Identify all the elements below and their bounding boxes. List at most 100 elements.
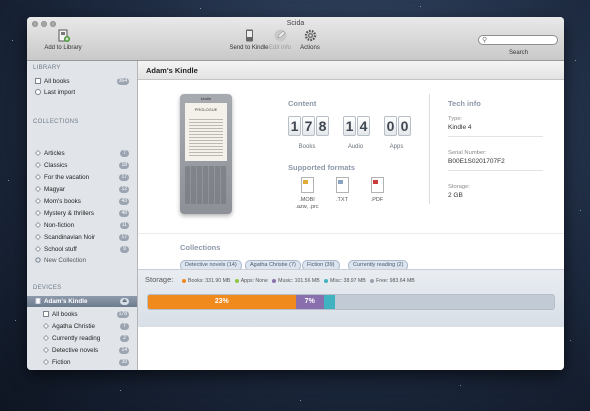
divider xyxy=(448,136,543,137)
sidebar: LIBRARY All books 364 Last import COLLEC… xyxy=(27,61,138,370)
storage-misc-segment xyxy=(323,295,335,309)
count-badge: 11 xyxy=(119,222,129,229)
clock-icon xyxy=(35,89,41,95)
sidebar-item-device-collection[interactable]: Fiction 39 xyxy=(27,357,137,368)
format-mobi: .MOBI .azw, .prc xyxy=(292,177,322,211)
storage-capacity-value: 2 GB xyxy=(448,192,463,199)
kindle-brand-text: kindle xyxy=(200,96,212,101)
format-name: .PDF xyxy=(370,197,384,203)
collection-icon xyxy=(43,347,49,353)
sidebar-item-label: Last import xyxy=(44,89,76,96)
mobi-file-icon xyxy=(300,177,314,193)
storage-usage-bar: 23% 7% xyxy=(147,294,555,310)
sidebar-item-label: Fiction xyxy=(52,359,71,366)
serial-number-label: Serial Number: xyxy=(448,150,487,156)
txt-file-icon xyxy=(335,177,349,193)
audio-digit: 1 xyxy=(343,116,356,136)
add-icon xyxy=(35,257,41,263)
sidebar-item-device-collection[interactable]: Currently reading 2 xyxy=(27,333,137,344)
collection-icon xyxy=(35,174,41,180)
count-badge: 43 xyxy=(119,198,129,205)
send-to-kindle-label: Send to Kindle xyxy=(229,45,269,51)
sidebar-item-label: School stuff xyxy=(44,246,77,253)
collections-title: Collections xyxy=(180,243,221,252)
count-badge: 17 xyxy=(119,234,129,241)
sidebar-item-collection[interactable]: Non-fiction 11 xyxy=(27,220,137,231)
edit-info-button[interactable]: Edit Info xyxy=(265,29,295,51)
books-digit: 1 xyxy=(288,116,301,136)
count-badge: 12 xyxy=(119,186,129,193)
collection-icon xyxy=(35,246,41,252)
legend-free: Free: 983.64 MB xyxy=(370,278,415,284)
sidebar-item-collection[interactable]: Classics 18 xyxy=(27,160,137,171)
supported-formats-title: Supported formats xyxy=(288,163,356,172)
collection-icon xyxy=(35,210,41,216)
count-badge: 2 xyxy=(120,335,129,342)
sidebar-item-label: Mystery & thrillers xyxy=(44,210,95,217)
apps-digit: 0 xyxy=(384,116,397,136)
book-icon xyxy=(35,78,41,84)
book-icon xyxy=(43,311,49,317)
books-label: Books xyxy=(298,144,316,150)
kindle-screen: PROLOGUE xyxy=(185,103,227,161)
sidebar-item-label: Articles xyxy=(44,150,65,157)
collection-icon xyxy=(35,234,41,240)
legend-misc: Misc: 38.97 MB xyxy=(324,278,366,284)
legend-books-text: Books: 331.90 MB xyxy=(188,278,231,284)
gear-icon xyxy=(304,29,317,42)
type-value: Kindle 4 xyxy=(448,124,472,131)
sidebar-item-collection[interactable]: Magyar 12 xyxy=(27,184,137,195)
storage-capacity-label: Storage: xyxy=(448,184,470,190)
search-label: Search xyxy=(508,50,528,56)
kindle-device-icon xyxy=(35,298,41,304)
sidebar-item-collection[interactable]: Mystery & thrillers 48 xyxy=(27,208,137,219)
collections-section-header: COLLECTIONS xyxy=(33,119,79,125)
sidebar-item-collection[interactable]: Mom's books 43 xyxy=(27,196,137,207)
count-badge: 14 xyxy=(119,347,129,354)
sidebar-item-device-collection[interactable]: Detective novels 14 xyxy=(27,345,137,356)
sidebar-item-last-import[interactable]: Last import xyxy=(27,87,137,98)
storage-title: Storage: xyxy=(145,275,174,284)
window-title: Scida xyxy=(286,20,305,27)
sidebar-item-label: All books xyxy=(52,311,78,318)
eject-icon[interactable]: ⏏ xyxy=(120,298,129,305)
legend-apps-text: Apps: None xyxy=(240,278,268,284)
count-badge: 39 xyxy=(119,359,129,366)
tech-info-title: Tech info xyxy=(448,99,481,108)
toolbar: Scida Add to Library Send to Kindle Edit… xyxy=(27,17,564,61)
search-input[interactable]: ⚲ xyxy=(478,35,558,45)
storage-legend: Books: 331.90 MB Apps: None Music: 101.5… xyxy=(182,278,415,284)
sidebar-item-collection[interactable]: Scandinavian Noir 17 xyxy=(27,232,137,243)
format-pdf: .PDF xyxy=(362,177,392,204)
add-to-library-button[interactable]: Add to Library xyxy=(41,29,85,51)
new-collection-button[interactable]: New Collection xyxy=(27,255,137,266)
kindle-image: kindle PROLOGUE xyxy=(180,94,232,214)
actions-label: Actions xyxy=(300,45,320,51)
count-badge: 48 xyxy=(119,210,129,217)
kindle-page-header: PROLOGUE xyxy=(194,107,218,112)
legend-free-text: Free: 983.64 MB xyxy=(376,278,415,284)
count-badge: 9 xyxy=(120,246,129,253)
kindle-page-text xyxy=(189,117,223,157)
apps-counter: 0 0 xyxy=(384,116,411,136)
sidebar-item-label: Mom's books xyxy=(44,198,81,205)
sidebar-item-label: For the vacation xyxy=(44,174,90,181)
audio-counter: 1 4 xyxy=(343,116,370,136)
sidebar-item-all-books[interactable]: All books 364 xyxy=(27,76,137,87)
sidebar-item-label: All books xyxy=(44,78,70,85)
sidebar-item-adams-kindle[interactable]: Adam's Kindle ⏏ xyxy=(27,296,137,307)
collection-icon xyxy=(43,323,49,329)
sidebar-item-label: Magyar xyxy=(44,186,65,193)
new-collection-label: New Collection xyxy=(44,257,86,264)
kindle-keys xyxy=(185,166,227,204)
devices-section-header: DEVICES xyxy=(33,285,62,291)
sidebar-item-device-collection[interactable]: All books 178 xyxy=(27,309,137,320)
sidebar-item-collection[interactable]: Articles 7 xyxy=(27,148,137,159)
legend-music-text: Music: 101.56 MB xyxy=(278,278,320,284)
sidebar-item-collection[interactable]: School stuff 9 xyxy=(27,244,137,255)
actions-button[interactable]: Actions xyxy=(295,29,325,51)
sidebar-item-collection[interactable]: For the vacation 17 xyxy=(27,172,137,183)
sidebar-item-device-collection[interactable]: Agatha Christie 7 xyxy=(27,321,137,332)
main-header: Adam's Kindle xyxy=(138,61,564,80)
collection-icon xyxy=(35,162,41,168)
